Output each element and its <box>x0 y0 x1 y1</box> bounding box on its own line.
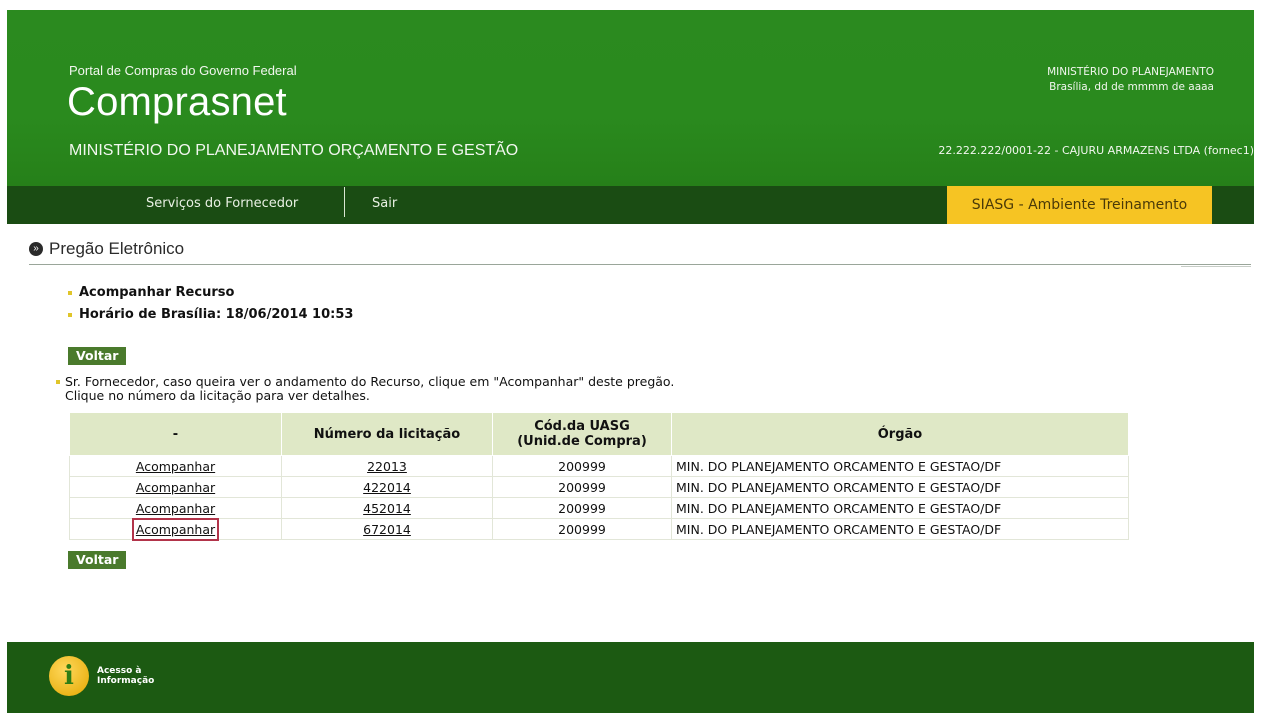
info-bullets: Acompanhar Recurso Horário de Brasília: … <box>68 285 353 329</box>
note-line-2: Clique no número da licitação para ver d… <box>65 388 370 403</box>
site-header: Portal de Compras do Governo Federal Com… <box>7 10 1254 186</box>
col-header-uasg-line1: Cód.da UASG <box>534 419 630 434</box>
cell-numero: 22013 <box>281 455 493 477</box>
bullet-action: Acompanhar Recurso <box>68 285 353 300</box>
bullet-square-icon <box>68 290 72 295</box>
portal-title: Comprasnet <box>67 80 287 124</box>
double-chevron-right-icon: » <box>29 242 43 256</box>
nav-separator <box>344 187 345 217</box>
col-header-numero: Número da licitação <box>281 412 493 456</box>
cell-uasg: 200999 <box>492 476 672 498</box>
nav-item-sair[interactable]: Sair <box>372 186 397 224</box>
licitacao-number-link[interactable]: 672014 <box>363 522 411 537</box>
section-divider-accent <box>1181 266 1251 267</box>
col-header-uasg: Cód.da UASG (Unid.de Compra) <box>492 412 672 456</box>
info-icon: i <box>49 656 89 696</box>
ministry-short: MINISTÉRIO DO PLANEJAMENTO <box>1047 66 1214 78</box>
section-header: » Pregão Eletrônico <box>29 239 184 259</box>
section-divider <box>29 264 1251 265</box>
date-line: Brasília, dd de mmmm de aaaa <box>1049 81 1214 93</box>
bullet-time-text: Horário de Brasília: 18/06/2014 10:53 <box>79 307 354 322</box>
table-row: Acompanhar 22013 200999 MIN. DO PLANEJAM… <box>69 455 1129 477</box>
table-row: Acompanhar 452014 200999 MIN. DO PLANEJA… <box>69 497 1129 519</box>
cell-numero: 672014 <box>281 518 493 540</box>
acompanhar-link[interactable]: Acompanhar <box>136 480 215 495</box>
acesso-informacao-label: Acesso à Informação <box>97 666 154 686</box>
cell-numero: 452014 <box>281 497 493 519</box>
bullet-square-icon <box>68 312 72 317</box>
cell-action: Acompanhar <box>69 455 282 477</box>
page-frame: Portal de Compras do Governo Federal Com… <box>7 10 1254 713</box>
section-title: Pregão Eletrônico <box>49 239 185 258</box>
note-line-1: Sr. Fornecedor, caso queira ver o andame… <box>65 374 675 389</box>
user-info: 22.222.222/0001-22 - CAJURU ARMAZENS LTD… <box>938 144 1254 157</box>
ministry-name: MINISTÉRIO DO PLANEJAMENTO ORÇAMENTO E G… <box>69 142 519 159</box>
bullet-square-icon <box>56 380 60 384</box>
acesso-line-2: Informação <box>97 676 155 686</box>
licitacao-number-link[interactable]: 22013 <box>367 459 407 474</box>
table-row: Acompanhar 672014 200999 MIN. DO PLANEJA… <box>69 517 1129 541</box>
cell-orgao: MIN. DO PLANEJAMENTO ORCAMENTO E GESTAO/… <box>671 497 1129 519</box>
acesso-line-1: Acesso à <box>97 666 142 676</box>
voltar-button-top[interactable]: Voltar <box>68 347 127 365</box>
acompanhar-link[interactable]: Acompanhar <box>136 501 215 516</box>
results-table: - Número da licitação Cód.da UASG (Unid.… <box>69 412 1129 541</box>
cell-orgao: MIN. DO PLANEJAMENTO ORCAMENTO E GESTAO/… <box>671 455 1129 477</box>
licitacao-number-link[interactable]: 452014 <box>363 501 411 516</box>
cell-uasg: 200999 <box>492 497 672 519</box>
col-header-orgao: Órgão <box>671 412 1129 456</box>
portal-subtitle: Portal de Compras do Governo Federal <box>69 63 297 78</box>
acesso-informacao-link[interactable]: i Acesso à Informação <box>49 656 154 696</box>
header-top-right: MINISTÉRIO DO PLANEJAMENTO Brasília, dd … <box>1047 65 1214 95</box>
table-header-row: - Número da licitação Cód.da UASG (Unid.… <box>69 412 1129 456</box>
bullet-action-text: Acompanhar Recurso <box>79 285 235 300</box>
environment-badge: SIASG - Ambiente Treinamento <box>947 186 1212 224</box>
instruction-note: Sr. Fornecedor, caso queira ver o andame… <box>56 375 674 403</box>
cell-numero: 422014 <box>281 476 493 498</box>
acompanhar-link-highlighted[interactable]: Acompanhar <box>131 517 220 541</box>
cell-orgao: MIN. DO PLANEJAMENTO ORCAMENTO E GESTAO/… <box>671 476 1129 498</box>
table-row: Acompanhar 422014 200999 MIN. DO PLANEJA… <box>69 476 1129 498</box>
cell-uasg: 200999 <box>492 455 672 477</box>
cell-uasg: 200999 <box>492 518 672 540</box>
nav-item-servicos[interactable]: Serviços do Fornecedor <box>146 186 298 224</box>
bullet-time: Horário de Brasília: 18/06/2014 10:53 <box>68 307 353 322</box>
col-header-action: - <box>69 412 282 456</box>
col-header-uasg-line2: (Unid.de Compra) <box>517 434 647 449</box>
cell-orgao: MIN. DO PLANEJAMENTO ORCAMENTO E GESTAO/… <box>671 518 1129 540</box>
cell-action: Acompanhar <box>69 517 282 541</box>
site-footer: i Acesso à Informação <box>7 642 1254 713</box>
cell-action: Acompanhar <box>69 476 282 498</box>
voltar-button-bottom[interactable]: Voltar <box>68 551 127 569</box>
acompanhar-link[interactable]: Acompanhar <box>136 459 215 474</box>
licitacao-number-link[interactable]: 422014 <box>363 480 411 495</box>
cell-action: Acompanhar <box>69 497 282 519</box>
